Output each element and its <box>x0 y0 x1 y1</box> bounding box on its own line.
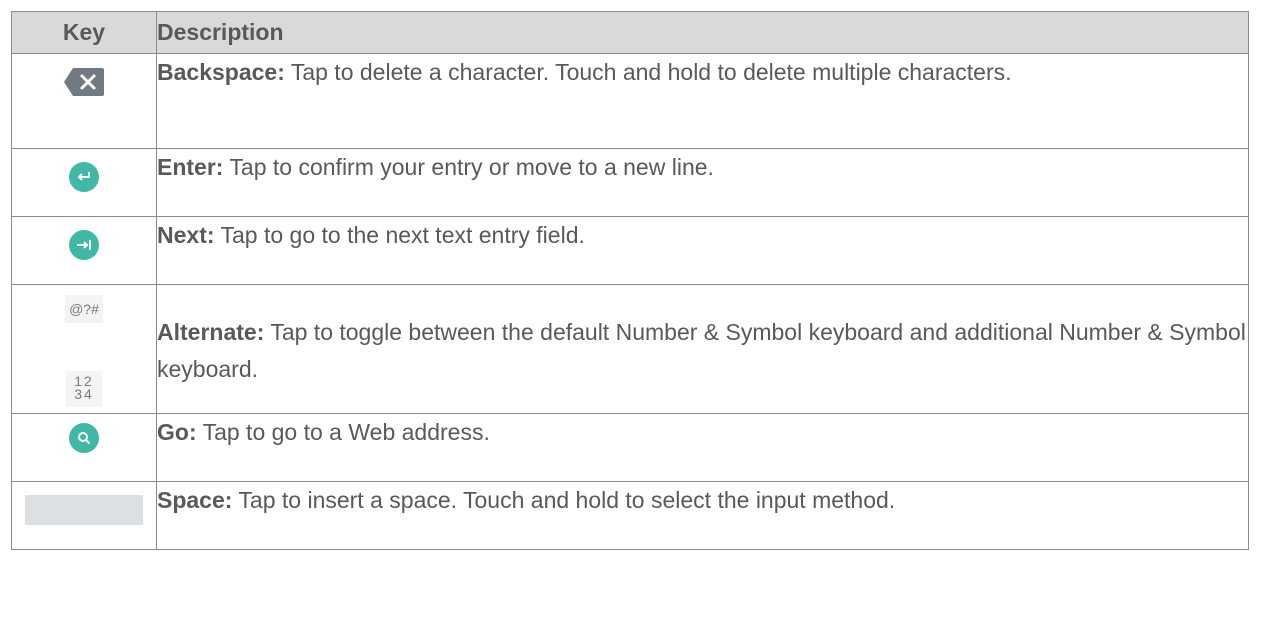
description-cell: Next: Tap to go to the next text entry f… <box>156 216 1249 285</box>
key-cell: @?# 12 34 <box>11 284 157 414</box>
table-row: Space: Tap to insert a space. Touch and … <box>11 481 1249 550</box>
term-space: Space: <box>157 487 233 513</box>
keyboard-keys-table: Key Description Backspace: Tap to delete… <box>11 11 1249 550</box>
key-cell <box>11 481 157 550</box>
numbers-key-bottom: 34 <box>74 386 94 402</box>
term-alternate: Alternate: <box>157 319 265 345</box>
key-cell <box>11 148 157 217</box>
key-column-header: Key <box>11 11 157 54</box>
description-text: Tap to confirm your entry or move to a n… <box>223 154 714 180</box>
term-go: Go: <box>157 419 197 445</box>
table-row: Backspace: Tap to delete a character. To… <box>11 53 1249 149</box>
table-header-row: Key Description <box>11 11 1249 54</box>
space-bar-icon <box>25 495 143 525</box>
table-row: @?# 12 34 Alternate: Tap to toggle betwe… <box>11 284 1249 414</box>
description-cell: Alternate: Tap to toggle between the def… <box>156 284 1249 414</box>
table-row: Go: Tap to go to a Web address. <box>11 413 1249 482</box>
key-cell <box>11 216 157 285</box>
description-text: Tap to go to the next text entry field. <box>214 222 585 248</box>
numbers-key-icon: 12 34 <box>66 371 102 407</box>
term-next: Next: <box>157 222 215 248</box>
backspace-icon <box>63 67 105 102</box>
description-cell: Backspace: Tap to delete a character. To… <box>156 53 1249 149</box>
description-text: Tap to toggle between the default Number… <box>157 319 1246 382</box>
term-backspace: Backspace: <box>157 59 285 85</box>
term-enter: Enter: <box>157 154 224 180</box>
description-cell: Enter: Tap to confirm your entry or move… <box>156 148 1249 217</box>
enter-icon <box>69 162 99 192</box>
description-cell: Go: Tap to go to a Web address. <box>156 413 1249 482</box>
description-text: Tap to delete a character. Touch and hol… <box>284 59 1012 85</box>
key-cell <box>11 413 157 482</box>
key-cell <box>11 53 157 149</box>
search-icon <box>69 423 99 453</box>
description-text: Tap to insert a space. Touch and hold to… <box>232 487 896 513</box>
symbols-key-icon: @?# <box>65 295 103 323</box>
table-row: Next: Tap to go to the next text entry f… <box>11 216 1249 285</box>
alternate-keys-icon: @?# 12 34 <box>65 295 103 407</box>
description-column-header: Description <box>156 11 1249 54</box>
description-text: Tap to go to a Web address. <box>196 419 490 445</box>
table-row: Enter: Tap to confirm your entry or move… <box>11 148 1249 217</box>
description-cell: Space: Tap to insert a space. Touch and … <box>156 481 1249 550</box>
next-icon <box>69 230 99 260</box>
